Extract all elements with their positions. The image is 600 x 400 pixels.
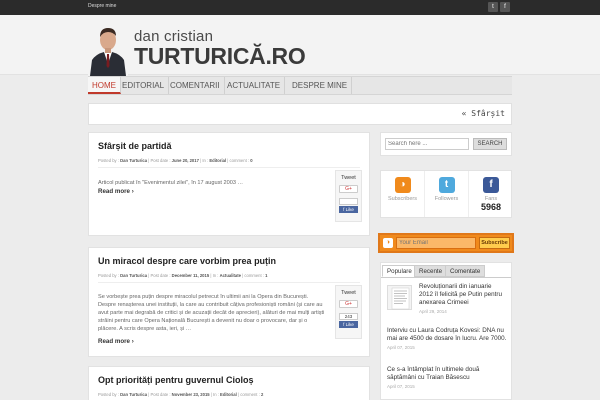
nav-comentarii[interactable]: COMENTARII xyxy=(166,77,225,94)
tweet-button[interactable]: Tweet xyxy=(336,290,361,296)
breadcrumb-bar: « Sfârșit xyxy=(88,103,512,125)
list-item[interactable]: Interviu cu Laura Codruța Kovesi: DNA nu… xyxy=(387,327,507,361)
google-plus-button[interactable]: G+ xyxy=(339,300,358,308)
twitter-counter[interactable]: t Followers xyxy=(425,171,469,217)
post-title[interactable]: Sfârșit de partidă xyxy=(98,141,172,151)
popular-post-date: April 07, 2015 xyxy=(387,384,415,389)
rss-icon[interactable]: ◑ xyxy=(394,177,411,193)
divider xyxy=(98,282,360,283)
tab-recente[interactable]: Recente xyxy=(414,265,448,277)
share-box: Tweet G+ f Like xyxy=(335,170,362,222)
fans-count: 5968 xyxy=(480,202,502,212)
post-meta: Posted by : Dan Turturica | Post date : … xyxy=(98,392,264,397)
list-item[interactable]: Ce s-a întâmplat în ultimele două săptăm… xyxy=(387,366,507,400)
list-item[interactable]: Revoluționarii din ianuarie 2012 îl feli… xyxy=(387,283,507,317)
post-card: Un miracol despre care vorbim prea puțin… xyxy=(88,247,370,357)
site-logo[interactable]: TURTURICĂ.RO xyxy=(134,43,306,70)
google-plus-button[interactable]: G+ xyxy=(339,185,358,193)
tweet-button[interactable]: Tweet xyxy=(336,175,361,181)
author-portrait[interactable] xyxy=(88,18,128,76)
post-excerpt: Se vorbește prea puțin despre miracolul … xyxy=(98,294,325,332)
nav-home[interactable]: HOME xyxy=(88,77,121,94)
tab-comentate[interactable]: Comentate xyxy=(445,265,486,277)
popular-post-date: April 07, 2015 xyxy=(387,345,415,350)
social-counters: ◑ Subscribers t Followers f Fans 5968 xyxy=(380,170,512,218)
search-widget: SEARCH xyxy=(380,132,512,156)
post-title[interactable]: Opt priorități pentru guvernul Cioloș xyxy=(98,375,254,385)
post-meta: Posted by : Dan Turturica | Post date : … xyxy=(98,158,253,163)
facebook-like-button[interactable]: f Like xyxy=(339,206,358,213)
post-category[interactable]: Editorial xyxy=(220,392,237,397)
twitter-icon[interactable]: t xyxy=(438,177,455,193)
nav-editorial[interactable]: EDITORIAL xyxy=(118,77,170,94)
nav-actualitate[interactable]: ACTUALITATE xyxy=(223,77,286,94)
search-input[interactable] xyxy=(385,138,469,150)
post-author[interactable]: Dan Turturica xyxy=(120,273,147,278)
post-author[interactable]: Dan Turturica xyxy=(120,392,147,397)
popular-post-date: April 29, 2014 xyxy=(419,309,447,314)
popular-post-title[interactable]: Interviu cu Laura Codruța Kovesi: DNA nu… xyxy=(387,327,507,343)
post-date: June 20, 2017 xyxy=(171,158,199,163)
rss-counter[interactable]: ◑ Subscribers xyxy=(381,171,425,217)
post-category[interactable]: Editorial xyxy=(209,158,226,163)
read-more-link[interactable]: Read more › xyxy=(98,188,134,195)
rss-icon: ◑ xyxy=(383,238,393,248)
post-card: Opt priorități pentru guvernul Cioloș Po… xyxy=(88,366,370,400)
tab-populare[interactable]: Populare xyxy=(382,265,417,277)
facebook-icon[interactable]: f xyxy=(483,177,499,193)
post-comment-count[interactable]: 1 xyxy=(265,273,267,278)
newsletter-widget: ◑ Subscribe xyxy=(378,233,514,253)
twitter-icon[interactable]: t xyxy=(488,2,498,12)
post-thumbnail[interactable] xyxy=(387,285,412,310)
post-excerpt: Articol publicat în "Evenimentul zilei",… xyxy=(98,180,244,186)
facebook-like-count xyxy=(339,198,358,205)
facebook-icon[interactable]: f xyxy=(500,2,510,12)
post-card: Sfârșit de partidă Posted by : Dan Turtu… xyxy=(88,132,370,236)
nav-despre-mine[interactable]: DESPRE MINE xyxy=(288,77,353,94)
divider xyxy=(98,167,360,168)
main-nav: HOME EDITORIAL COMENTARII ACTUALITATE DE… xyxy=(88,76,512,95)
popular-post-title[interactable]: Revoluționarii din ianuarie 2012 îl feli… xyxy=(419,283,507,307)
share-box: Tweet G+ 243 f Like xyxy=(335,285,362,339)
post-comment-count[interactable]: 2 xyxy=(261,392,263,397)
post-author[interactable]: Dan Turturica xyxy=(120,158,147,163)
read-more-link[interactable]: Read more › xyxy=(98,338,134,345)
post-date: December 11, 2015 xyxy=(171,273,210,278)
tabs-widget: Populare Recente Comentate Revoluționari… xyxy=(380,262,512,400)
subscribe-button[interactable]: Subscribe xyxy=(479,237,510,249)
email-field[interactable] xyxy=(396,237,476,249)
subscribers-label: Subscribers xyxy=(387,196,418,202)
top-bar: Despre mine t f xyxy=(0,0,600,15)
breadcrumb[interactable]: « Sfârșit xyxy=(462,109,505,118)
facebook-like-button[interactable]: f Like xyxy=(339,321,358,328)
post-date: November 23, 2015 xyxy=(171,392,210,397)
facebook-like-count: 243 xyxy=(339,313,358,320)
followers-label: Followers xyxy=(434,196,459,202)
post-title[interactable]: Un miracol despre care vorbim prea puțin xyxy=(98,256,276,266)
popular-post-title[interactable]: Ce s-a întâmplat în ultimele două săptăm… xyxy=(387,366,507,382)
facebook-counter[interactable]: f Fans 5968 xyxy=(469,171,513,217)
despre-mine-top-link[interactable]: Despre mine xyxy=(88,3,116,9)
post-meta: Posted by : Dan Turturica | Post date : … xyxy=(98,273,268,278)
search-button[interactable]: SEARCH xyxy=(473,138,507,150)
post-comment-count[interactable]: 0 xyxy=(250,158,252,163)
post-category[interactable]: Actualitate xyxy=(220,273,241,278)
